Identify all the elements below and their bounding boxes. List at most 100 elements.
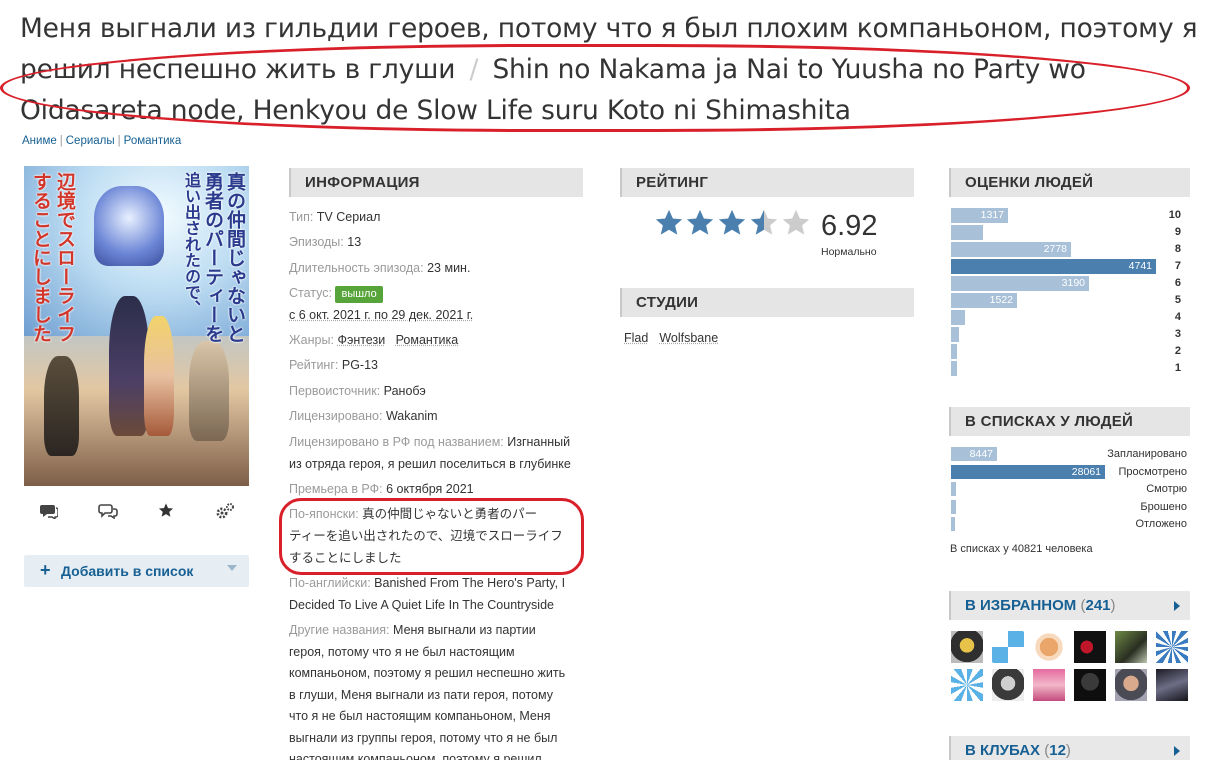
genre-link-romance[interactable]: Романтика [396, 333, 459, 347]
genre-link-fantasy[interactable]: Фэнтези [337, 333, 385, 347]
clubs-header[interactable]: В КЛУБАХ (12) [949, 736, 1190, 760]
studios-list: Flad Wolfsbane [624, 331, 729, 345]
info-other-value-cont5: выгнали из группы героя, потому что я не… [289, 731, 558, 745]
score-label-7: 7 [1174, 260, 1181, 272]
score-label-3: 3 [1174, 328, 1181, 340]
favorites-count: 241 [1085, 597, 1111, 614]
rating-star-5 [782, 209, 810, 235]
studio-link-flad[interactable]: Flad [624, 331, 648, 345]
avatar[interactable] [951, 631, 983, 663]
favorites-paren-close: ) [1110, 597, 1116, 614]
poster-actions [24, 496, 249, 526]
rating-star-3 [718, 209, 746, 235]
chevron-right-icon[interactable] [1174, 746, 1180, 756]
poster-title-col3: 追い出されたので、 [182, 172, 201, 316]
studio-link-wolfsbane[interactable]: Wolfsbane [659, 331, 718, 345]
info-english-value: Banished From The Hero's Party, I [374, 576, 566, 590]
info-other-cont4: что я не был настоящим компаньоном, Меня [289, 706, 584, 728]
poster-figure-hero [109, 296, 149, 436]
info-other-cont3: в глуши, Меня выгнали из пати героя, пот… [289, 685, 584, 707]
clubs-title: В КЛУБАХ [965, 742, 1041, 759]
avatar[interactable] [992, 669, 1024, 701]
info-licensed-rf-value-cont: из отряда героя, я решил поселиться в гл… [289, 457, 571, 471]
info-episodes-value: 13 [347, 235, 362, 249]
info-other-key: Другие названия: [289, 623, 390, 637]
info-licensed-rf-cont: из отряда героя, я решил поселиться в гл… [289, 454, 584, 476]
lists-header: В СПИСКАХ У ЛЮДЕЙ [949, 407, 1190, 436]
info-other-value-cont2: компаньоном, поэтому я решил неспешно жи… [289, 666, 566, 680]
chevron-down-icon[interactable] [227, 565, 237, 571]
info-other-value: Меня выгнали из партии [393, 623, 536, 637]
avatar[interactable] [1033, 669, 1065, 701]
poster-figure-girl [94, 186, 164, 266]
info-other-cont1: героя, потому что я не был настоящим [289, 642, 584, 664]
chevron-right-icon[interactable] [1174, 601, 1180, 611]
gears-icon[interactable] [205, 496, 245, 526]
avatar[interactable] [1074, 631, 1106, 663]
info-licensed-key: Лицензировано: [289, 409, 383, 423]
breadcrumb-anime[interactable]: Аниме [22, 135, 57, 147]
list-bar-3 [951, 499, 956, 514]
poster-title-col4: 辺境でスローライフ [54, 172, 76, 343]
score-label-4: 4 [1174, 311, 1181, 323]
score-bar-2 [951, 344, 957, 359]
score-label-9: 9 [1174, 226, 1181, 238]
rating-label: Нормально [821, 246, 877, 258]
info-japanese-cont1: ティーを追い出されたので、辺境でスローライフ [289, 526, 584, 548]
info-english: По-английски: Banished From The Hero's P… [289, 573, 584, 595]
info-duration: Длительность эпизода: 23 мин. [289, 258, 584, 280]
avatar[interactable] [1115, 631, 1147, 663]
info-other-value-cont3: в глуши, Меня выгнали из пати героя, пот… [289, 688, 553, 702]
info-japanese: По-японски: 真の仲間じゃないと勇者のパー [289, 504, 584, 526]
star-icon[interactable] [146, 496, 186, 526]
info-type-value: TV Сериал [316, 210, 381, 224]
scores-header: ОЦЕНКИ ЛЮДЕЙ [949, 168, 1190, 197]
info-japanese-key: По-японски: [289, 507, 359, 521]
list-label-4: Отложено [1135, 518, 1187, 530]
clubs-paren-close: ) [1065, 742, 1071, 759]
info-licensed-rf: Лицензировано в РФ под названием: Изгнан… [289, 432, 584, 454]
discussion-icon[interactable] [88, 496, 128, 526]
score-label-10: 10 [1168, 209, 1181, 221]
avatar[interactable] [1033, 631, 1065, 663]
info-licensed-rf-value: Изгнанный [507, 435, 571, 449]
avatar[interactable] [951, 669, 983, 701]
avatar[interactable] [1115, 669, 1147, 701]
avatar[interactable] [992, 631, 1024, 663]
info-english-value-cont: Decided To Live A Quiet Life In The Coun… [289, 598, 554, 612]
breadcrumb-romance[interactable]: Романтика [124, 135, 182, 147]
info-other-cont2: компаньоном, поэтому я решил неспешно жи… [289, 663, 584, 685]
lists-total: В списках у 40821 человека [950, 543, 1093, 555]
breadcrumb-series[interactable]: Сериалы [66, 135, 115, 147]
score-label-8: 8 [1174, 243, 1181, 255]
poster-figure-companion [144, 316, 174, 436]
rating-star-2 [686, 209, 714, 235]
comment-icon[interactable] [29, 496, 69, 526]
info-rating: Рейтинг: PG-13 [289, 355, 584, 377]
score-bar-9 [951, 225, 983, 240]
clubs-count: 12 [1049, 742, 1066, 759]
list-bar-0: 8447 [951, 447, 997, 461]
list-label-3: Брошено [1140, 500, 1187, 513]
list-bar-1: 28061 [951, 464, 1105, 479]
poster-title-col5: することにしました [30, 172, 52, 343]
score-bar-4 [951, 310, 965, 325]
info-other-cont5: выгнали из группы героя, потому что я не… [289, 728, 584, 750]
title-separator: / [469, 54, 479, 85]
info-licensed-rf-key: Лицензировано в РФ под названием: [289, 435, 504, 449]
favorites-header[interactable]: В ИЗБРАННОМ (241) [949, 591, 1190, 620]
info-type-key: Тип: [289, 210, 314, 224]
info-dates-value[interactable]: с 6 окт. 2021 г. по 29 дек. 2021 г. [289, 308, 473, 322]
info-episodes: Эпизоды: 13 [289, 232, 584, 254]
info-status: Статус: вышло [289, 283, 584, 305]
add-to-list-button[interactable]: + Добавить в список [24, 555, 249, 587]
rating-star-1 [655, 209, 683, 235]
list-bar-4 [951, 517, 955, 531]
score-label-5: 5 [1174, 294, 1181, 306]
avatar[interactable] [1074, 669, 1106, 701]
list-label-1: Просмотрено [1118, 465, 1187, 478]
avatar[interactable] [1156, 631, 1188, 663]
avatar[interactable] [1156, 669, 1188, 701]
poster-image[interactable]: 真の仲間じゃないと 勇者のパーティーを 追い出されたので、 辺境でスローライフ … [24, 166, 249, 486]
info-premiere-value: 6 октября 2021 [386, 482, 474, 496]
